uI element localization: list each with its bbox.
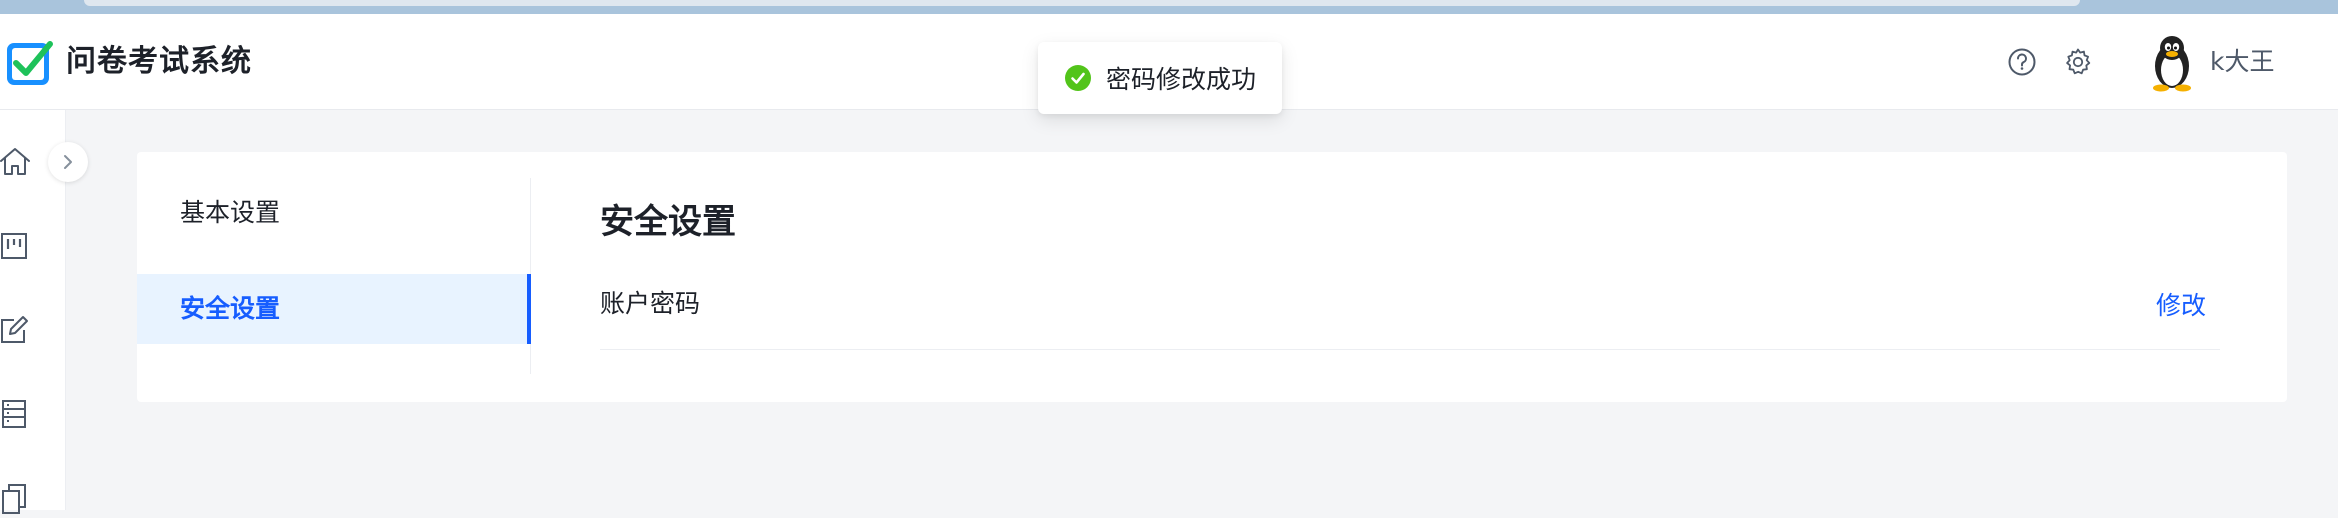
edit-icon[interactable] bbox=[0, 314, 32, 346]
list-icon[interactable] bbox=[0, 398, 32, 430]
toast-message: 密码修改成功 bbox=[1106, 65, 1257, 94]
page-title: 安全设置 bbox=[600, 202, 736, 242]
chevron-right-icon bbox=[64, 155, 72, 169]
menu-item-security-settings[interactable]: 安全设置 bbox=[137, 274, 531, 344]
modify-password-link[interactable]: 修改 bbox=[2156, 288, 2206, 324]
app-title: 问卷考试系统 bbox=[66, 44, 252, 79]
user-avatar-penguin-icon[interactable] bbox=[2144, 32, 2200, 92]
setting-row-password: 账户密码 修改 bbox=[600, 270, 2220, 350]
settings-card: 基本设置 安全设置 安全设置 账户密码 修改 bbox=[137, 152, 2287, 402]
user-name[interactable]: k大王 bbox=[2210, 44, 2274, 80]
settings-menu: 基本设置 安全设置 bbox=[137, 178, 531, 374]
board-icon[interactable] bbox=[0, 230, 32, 262]
gear-icon[interactable] bbox=[2060, 44, 2096, 80]
check-circle-icon bbox=[1065, 65, 1091, 91]
setting-row-label: 账户密码 bbox=[600, 289, 701, 318]
home-icon[interactable] bbox=[0, 146, 32, 178]
help-icon[interactable] bbox=[2004, 44, 2040, 80]
sidebar-collapse-button[interactable] bbox=[48, 142, 88, 182]
copy-icon[interactable] bbox=[0, 482, 32, 514]
success-toast: 密码修改成功 bbox=[1038, 42, 1282, 114]
browser-address-bar-edge bbox=[84, 0, 2080, 6]
browser-top-strip bbox=[0, 0, 2338, 14]
app-logo-icon bbox=[4, 38, 54, 88]
menu-item-basic-settings[interactable]: 基本设置 bbox=[137, 178, 531, 248]
